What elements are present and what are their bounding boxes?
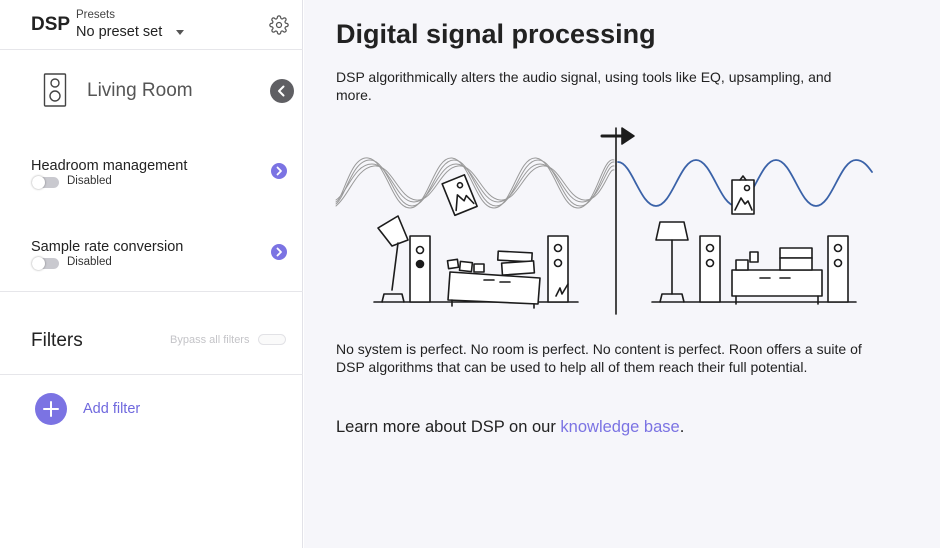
intro-text: DSP algorithmically alters the audio sig… xyxy=(336,69,832,103)
learn-suffix: . xyxy=(679,418,685,436)
bypass-all-filters-toggle[interactable] xyxy=(258,334,286,345)
knowledge-base-link[interactable]: knowledge base xyxy=(560,418,679,436)
zone-row: Living Room xyxy=(0,50,303,130)
dsp-sidebar: DSP Presets No preset set Living Room He… xyxy=(0,0,303,548)
divider xyxy=(0,291,303,292)
speaker-right-messy xyxy=(547,235,569,303)
filters-title: Filters xyxy=(31,330,83,351)
plus-icon xyxy=(43,401,59,417)
setting-title: Headroom management xyxy=(31,158,188,174)
sample-rate-conversion-setting[interactable]: Sample rate conversion Disabled xyxy=(0,239,303,279)
tidy-cabinet xyxy=(731,247,823,305)
zone-name: Living Room xyxy=(87,80,193,101)
speaker-icon xyxy=(43,73,67,107)
speaker-right-tidy xyxy=(827,235,849,303)
setting-state: Disabled xyxy=(67,175,112,187)
collapse-button[interactable] xyxy=(270,79,294,103)
setting-title: Sample rate conversion xyxy=(31,239,184,255)
learn-more-text: Learn more about DSP on our knowledge ba… xyxy=(336,418,684,437)
straight-picture xyxy=(731,175,755,215)
straight-lamp xyxy=(655,221,689,303)
caret-down-icon[interactable] xyxy=(176,30,184,35)
add-filter-link[interactable]: Add filter xyxy=(83,401,140,417)
dsp-info-panel: Digital signal processing DSP algorithmi… xyxy=(304,0,940,548)
arrow-head xyxy=(621,127,635,145)
gear-icon[interactable] xyxy=(269,15,289,35)
body-text: No system is perfect. No room is perfect… xyxy=(336,341,862,375)
divider xyxy=(0,374,303,375)
chevron-left-icon xyxy=(278,85,285,97)
bypass-all-filters-label: Bypass all filters xyxy=(170,334,250,346)
chevron-right-icon xyxy=(276,166,282,176)
speaker-left-messy xyxy=(409,235,431,303)
learn-prefix: Learn more about DSP on our xyxy=(336,418,561,436)
headroom-open-button[interactable] xyxy=(271,163,287,179)
tilted-lamp xyxy=(377,215,409,303)
chevron-right-icon xyxy=(276,247,282,257)
sample-rate-toggle[interactable] xyxy=(32,257,59,270)
add-filter-button[interactable] xyxy=(35,393,67,425)
headroom-management-setting[interactable]: Headroom management Disabled xyxy=(0,158,303,198)
dsp-title: DSP xyxy=(31,14,71,35)
preset-dropdown[interactable]: No preset set xyxy=(76,24,162,40)
presets-label: Presets xyxy=(76,9,115,21)
messy-cabinet xyxy=(446,250,541,309)
dsp-illustration xyxy=(335,127,873,315)
sample-rate-open-button[interactable] xyxy=(271,244,287,260)
speaker-left-tidy xyxy=(699,235,721,303)
page-title: Digital signal processing xyxy=(336,19,656,49)
setting-state: Disabled xyxy=(67,256,112,268)
sidebar-header: DSP Presets No preset set xyxy=(0,0,303,50)
headroom-toggle[interactable] xyxy=(32,176,59,189)
